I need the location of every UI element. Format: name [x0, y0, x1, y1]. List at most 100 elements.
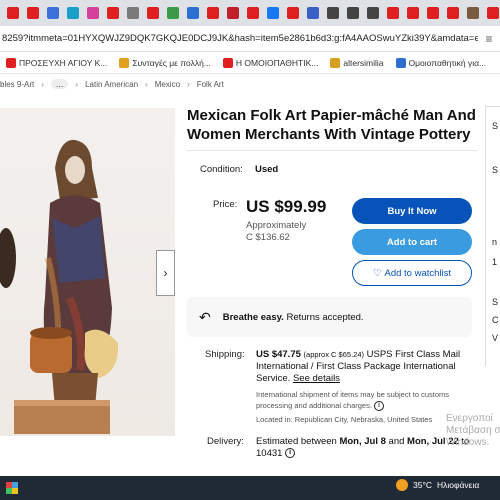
bookmark-label: Η ΟΜΟΙΟΠΑΘΗΤΙΚ... — [235, 57, 319, 68]
extensions-icon[interactable]: ≡ — [478, 28, 500, 50]
bookmark-item[interactable]: Η ΟΜΟΙΟΠΑΘΗΤΙΚ... — [222, 57, 319, 68]
browser-tab[interactable] — [184, 4, 202, 22]
browser-tab[interactable] — [64, 4, 82, 22]
breadcrumb-item[interactable]: Folk Art — [197, 80, 224, 89]
shipping-approx: (approx C $65.24) — [303, 350, 364, 359]
youtube-icon — [147, 7, 159, 19]
browser-tab[interactable] — [464, 4, 482, 22]
blue-square-icon — [187, 7, 199, 19]
next-image-button[interactable]: › — [156, 250, 175, 296]
globe-icon — [47, 7, 59, 19]
browser-tab[interactable] — [264, 4, 282, 22]
youtube-icon — [27, 7, 39, 19]
browser-tab[interactable] — [364, 4, 382, 22]
page-icon — [395, 57, 406, 68]
bookmark-item[interactable]: ΠΡΟΣΕΥΧΗ ΑΓΙΟΥ Κ... — [6, 57, 108, 68]
url-text[interactable]: 8259?itmmeta=01HYXQWJZ9DQK7GKQJE0DCJ9JK&… — [0, 33, 478, 44]
browser-tab[interactable] — [224, 4, 242, 22]
seller-panel-text: n — [492, 237, 498, 247]
browser-tab[interactable] — [304, 4, 322, 22]
stethoscope-icon — [67, 7, 79, 19]
bookmark-item[interactable]: Συνταγές με πολλή... — [119, 57, 211, 68]
breadcrumb-item[interactable]: bles 9-Art — [0, 80, 34, 89]
chevron-right-icon: › — [163, 266, 168, 280]
price-approx-value: C $136.62 — [246, 232, 290, 243]
browser-tab[interactable] — [244, 4, 262, 22]
bookmark-label: altersimilia — [343, 57, 384, 68]
breadcrumb-more-button[interactable]: ... — [50, 79, 69, 89]
breadcrumb-item[interactable]: Mexico — [155, 80, 180, 89]
bookmark-label: Ομοιοπαθητική για... — [408, 57, 487, 68]
seller-panel-text: S — [492, 297, 499, 307]
youtube-icon — [107, 7, 119, 19]
price-value: US $99.99 — [246, 197, 327, 216]
red-badge-icon — [227, 7, 239, 19]
see-details-link[interactable]: See details — [293, 373, 340, 384]
facebook-icon — [267, 7, 279, 19]
watchlist-label: Add to watchlist — [384, 267, 452, 279]
seller-panel-text: S — [492, 165, 499, 175]
bag-icon — [347, 7, 359, 19]
bookmark-item[interactable]: altersimilia — [330, 57, 384, 68]
weather-desc: Ηλιοφάνεια — [437, 480, 480, 490]
browser-tab[interactable] — [404, 4, 422, 22]
shipping-label: Shipping: — [205, 349, 245, 360]
buy-it-now-button[interactable]: Buy It Now — [352, 198, 472, 224]
browser-tab[interactable] — [4, 4, 22, 22]
info-icon[interactable]: i — [285, 448, 296, 459]
browser-tab[interactable] — [384, 4, 402, 22]
bag-icon — [327, 7, 339, 19]
weather-widget[interactable]: 35°C Ηλιοφάνεια — [396, 479, 479, 491]
browser-tab[interactable] — [324, 4, 342, 22]
delivery-label: Delivery: — [207, 436, 244, 447]
address-bar[interactable]: 8259?itmmeta=01HYXQWJZ9DQK7GKQJE0DCJ9JK&… — [0, 26, 500, 52]
return-arrow-icon: ↶ — [199, 308, 211, 325]
avatar-icon — [467, 7, 479, 19]
youtube-icon — [487, 7, 499, 19]
browser-tab[interactable] — [344, 4, 362, 22]
browser-tab[interactable] — [144, 4, 162, 22]
breadcrumb-separator-icon: › — [41, 79, 44, 89]
browser-tab[interactable] — [164, 4, 182, 22]
document-icon — [307, 7, 319, 19]
browser-tab[interactable] — [24, 4, 42, 22]
youtube-icon — [6, 57, 16, 68]
youtube-icon — [247, 7, 259, 19]
price-approx-label: Approximately — [246, 220, 307, 231]
windows-activation-watermark: Ενεργοποί Μετάβαση σ Windows. — [446, 413, 500, 448]
browser-tab[interactable] — [284, 4, 302, 22]
youtube-icon — [407, 7, 419, 19]
product-image[interactable] — [0, 108, 175, 436]
breadcrumb-separator-icon: › — [75, 79, 79, 89]
browser-tab[interactable] — [44, 4, 62, 22]
youtube-icon — [387, 7, 399, 19]
bag-icon — [367, 7, 379, 19]
browser-tab[interactable] — [484, 4, 500, 22]
divider — [187, 150, 477, 151]
returns-banner: ↶ Breathe easy. Returns accepted. — [187, 297, 472, 337]
recipe-icon — [119, 57, 130, 68]
browser-tab[interactable] — [124, 4, 142, 22]
browser-tab[interactable] — [84, 4, 102, 22]
browser-tab[interactable] — [204, 4, 222, 22]
breadcrumb-item[interactable]: Latin American — [85, 80, 138, 89]
bookmark-label: ΠΡΟΣΕΥΧΗ ΑΓΙΟΥ Κ... — [19, 57, 108, 68]
browser-tab[interactable] — [104, 4, 122, 22]
youtube-icon — [447, 7, 459, 19]
listing-title: Mexican Folk Art Papier-mâché Man And Wo… — [187, 107, 476, 143]
sun-icon — [396, 479, 408, 491]
colorful-app-icon — [6, 482, 18, 494]
add-to-cart-button[interactable]: Add to cart — [352, 229, 472, 255]
bookmark-item[interactable]: Ομοιοπαθητική για... — [395, 57, 487, 68]
price-label: Price: — [213, 199, 238, 210]
youtube-icon — [7, 7, 19, 19]
browser-tab[interactable] — [444, 4, 462, 22]
breadcrumb-separator-icon: › — [187, 79, 190, 89]
seller-panel-text: V — [492, 333, 499, 343]
info-icon[interactable]: i — [374, 401, 385, 412]
leaf-icon — [167, 7, 179, 19]
taskbar-app-icon[interactable] — [0, 476, 24, 500]
folk-art-figure-image — [0, 139, 119, 434]
browser-tab[interactable] — [424, 4, 442, 22]
add-to-watchlist-button[interactable]: ♡ Add to watchlist — [352, 260, 472, 286]
